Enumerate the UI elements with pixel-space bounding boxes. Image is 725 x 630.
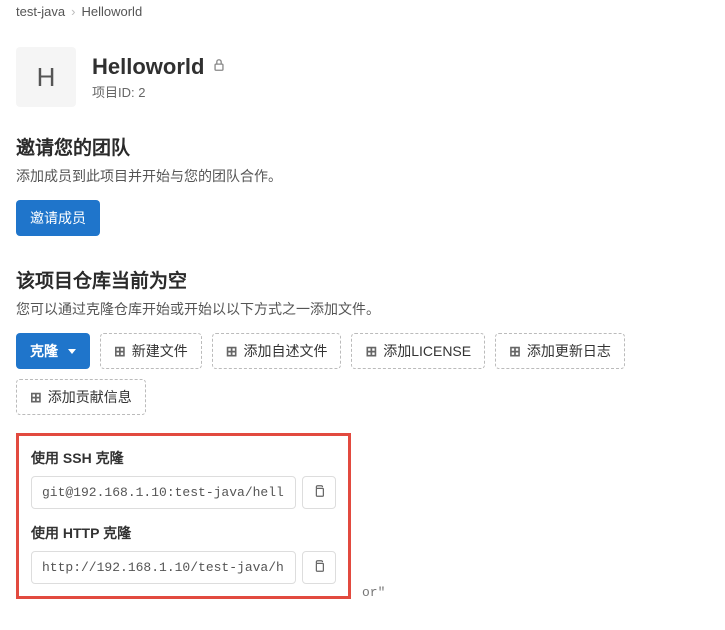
clone-ssh-input[interactable] (31, 476, 296, 509)
plus-icon: ⊞ (365, 343, 377, 360)
new-file-label: 新建文件 (132, 341, 188, 361)
copy-ssh-button[interactable] (302, 476, 336, 509)
empty-repo-desc: 您可以通过克隆仓库开始或开始以以下方式之一添加文件。 (16, 299, 709, 319)
plus-icon: ⊞ (114, 343, 126, 360)
clone-button-label: 克隆 (30, 341, 58, 361)
clone-button[interactable]: 克隆 (16, 333, 90, 369)
invite-members-button[interactable]: 邀请成员 (16, 200, 100, 236)
add-changelog-label: 添加更新日志 (527, 341, 611, 361)
add-changelog-button[interactable]: ⊞ 添加更新日志 (495, 333, 625, 369)
chevron-down-icon (68, 349, 76, 354)
avatar: H (16, 47, 76, 107)
add-license-label: 添加LICENSE (383, 341, 471, 361)
breadcrumb-group[interactable]: test-java (16, 4, 65, 19)
invite-heading: 邀请您的团队 (16, 133, 709, 160)
action-button-row: 克隆 ⊞ 新建文件 ⊞ 添加自述文件 ⊞ 添加LICENSE ⊞ 添加更新日志 … (16, 333, 709, 415)
stray-text: or" (362, 585, 725, 600)
lock-icon (212, 58, 226, 75)
plus-icon: ⊞ (226, 343, 238, 360)
plus-icon: ⊞ (509, 343, 521, 360)
project-id-label: 项目ID: 2 (92, 82, 226, 101)
chevron-right-icon: › (71, 4, 75, 19)
clipboard-icon (312, 559, 326, 576)
add-contributing-button[interactable]: ⊞ 添加贡献信息 (16, 379, 146, 415)
plus-icon: ⊞ (30, 389, 42, 406)
add-readme-button[interactable]: ⊞ 添加自述文件 (212, 333, 342, 369)
add-readme-label: 添加自述文件 (243, 341, 327, 361)
breadcrumb-project[interactable]: Helloworld (81, 4, 142, 19)
project-header: H Helloworld 项目ID: 2 (16, 47, 709, 107)
new-file-button[interactable]: ⊞ 新建文件 (100, 333, 202, 369)
page-title: Helloworld (92, 54, 204, 80)
empty-repo-heading: 该项目仓库当前为空 (16, 266, 709, 293)
invite-desc: 添加成员到此项目并开始与您的团队合作。 (16, 166, 709, 186)
copy-http-button[interactable] (302, 551, 336, 584)
clone-dropdown-panel: 使用 SSH 克隆 使用 HTTP 克隆 (16, 433, 351, 599)
breadcrumb: test-java › Helloworld (16, 0, 709, 29)
clone-http-label: 使用 HTTP 克隆 (31, 523, 336, 543)
clone-ssh-label: 使用 SSH 克隆 (31, 448, 336, 468)
add-license-button[interactable]: ⊞ 添加LICENSE (351, 333, 485, 369)
clipboard-icon (312, 484, 326, 501)
add-contributing-label: 添加贡献信息 (48, 387, 132, 407)
clone-http-input[interactable] (31, 551, 296, 584)
